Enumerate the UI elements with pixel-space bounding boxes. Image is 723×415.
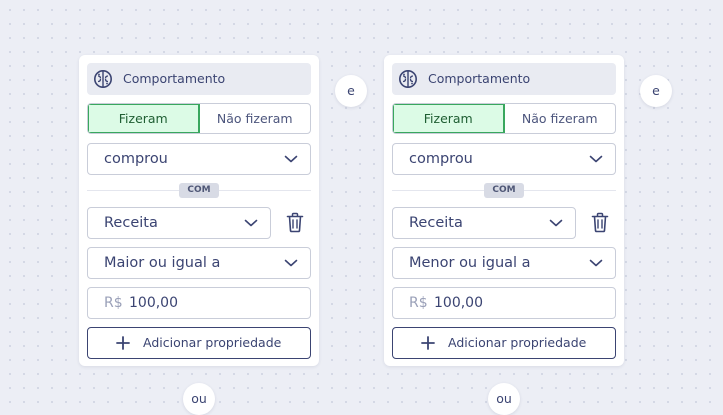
trash-icon[interactable] xyxy=(286,212,304,233)
amount-value: 100,00 xyxy=(129,295,178,311)
operator-select-value: Menor ou igual a xyxy=(409,255,531,271)
trash-icon[interactable] xyxy=(591,212,609,233)
chevron-down-icon xyxy=(549,219,563,227)
chevron-down-icon xyxy=(284,155,298,163)
category-label: Comportamento xyxy=(123,71,226,86)
or-connector[interactable]: ou xyxy=(488,383,520,415)
toggle-did-option[interactable]: Fizeram xyxy=(393,104,505,133)
property-select[interactable]: Receita xyxy=(87,207,271,239)
operator-select[interactable]: Menor ou igual a xyxy=(392,247,616,279)
toggle-did-option[interactable]: Fizeram xyxy=(88,104,200,133)
event-select[interactable]: comprou xyxy=(392,143,616,175)
or-connector[interactable]: ou xyxy=(183,383,215,415)
operator-select[interactable]: Maior ou igual a xyxy=(87,247,311,279)
property-select-value: Receita xyxy=(409,215,463,231)
add-property-button[interactable]: Adicionar propriedade xyxy=(392,327,616,359)
property-select-value: Receita xyxy=(104,215,158,231)
operator-select-value: Maior ou igual a xyxy=(104,255,221,271)
category-header[interactable]: Comportamento xyxy=(87,63,311,95)
and-connector[interactable]: e xyxy=(640,75,672,107)
with-badge: COM xyxy=(484,183,524,198)
behavior-filter-card: Comportamento Fizeram Não fizeram compro… xyxy=(79,55,319,366)
amount-input[interactable]: R$ 100,00 xyxy=(87,287,311,319)
plus-icon xyxy=(421,336,435,350)
chevron-down-icon xyxy=(589,259,603,267)
event-select[interactable]: comprou xyxy=(87,143,311,175)
amount-value: 100,00 xyxy=(434,295,483,311)
plus-icon xyxy=(116,336,130,350)
and-connector[interactable]: e xyxy=(335,75,367,107)
chevron-down-icon xyxy=(589,155,603,163)
property-select[interactable]: Receita xyxy=(392,207,576,239)
event-select-value: comprou xyxy=(409,151,473,167)
did-toggle: Fizeram Não fizeram xyxy=(392,103,616,134)
add-property-button[interactable]: Adicionar propriedade xyxy=(87,327,311,359)
brain-icon xyxy=(94,70,112,88)
currency-prefix: R$ xyxy=(104,295,123,311)
chevron-down-icon xyxy=(244,219,258,227)
event-select-value: comprou xyxy=(104,151,168,167)
category-label: Comportamento xyxy=(428,71,531,86)
add-property-label: Adicionar propriedade xyxy=(448,335,587,350)
toggle-did-not-option[interactable]: Não fizeram xyxy=(505,104,616,133)
toggle-did-not-option[interactable]: Não fizeram xyxy=(200,104,311,133)
amount-input[interactable]: R$ 100,00 xyxy=(392,287,616,319)
currency-prefix: R$ xyxy=(409,295,428,311)
category-header[interactable]: Comportamento xyxy=(392,63,616,95)
with-badge: COM xyxy=(179,183,219,198)
chevron-down-icon xyxy=(284,259,298,267)
behavior-filter-card: Comportamento Fizeram Não fizeram compro… xyxy=(384,55,624,366)
brain-icon xyxy=(399,70,417,88)
add-property-label: Adicionar propriedade xyxy=(143,335,282,350)
did-toggle: Fizeram Não fizeram xyxy=(87,103,311,134)
